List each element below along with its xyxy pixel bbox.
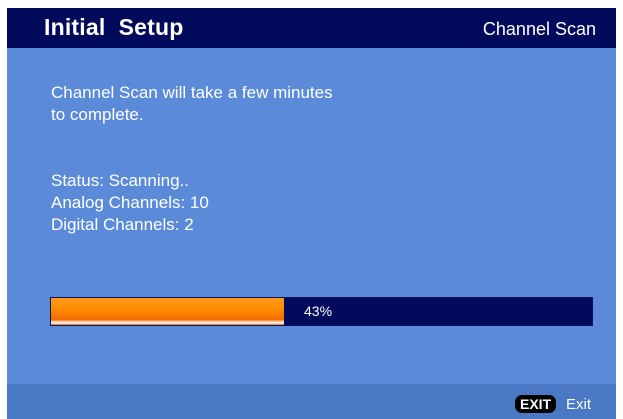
section-title: Channel Scan — [482, 19, 596, 39]
footer-bar: EXIT Exit — [7, 384, 616, 419]
scan-progress-fill — [51, 298, 284, 325]
scan-progress-bar: 43% — [50, 297, 593, 326]
scan-status-text: Status: Scanning.. — [51, 171, 189, 190]
exit-label[interactable]: Exit — [566, 396, 591, 413]
header-bar: Initial Setup Channel Scan — [7, 8, 616, 48]
page-title: Initial Setup — [44, 14, 184, 40]
scan-message-line-2: to complete. — [51, 105, 144, 124]
exit-key-icon[interactable]: EXIT — [515, 395, 557, 413]
scan-message-line-1: Channel Scan will take a few minutes — [51, 83, 333, 102]
scan-progress-percent: 43% — [304, 303, 333, 319]
channel-scan-screen: Initial Setup Channel Scan Channel Scan … — [7, 8, 616, 419]
analog-channels-count: Analog Channels: 10 — [51, 193, 209, 212]
digital-channels-count: Digital Channels: 2 — [51, 215, 194, 234]
